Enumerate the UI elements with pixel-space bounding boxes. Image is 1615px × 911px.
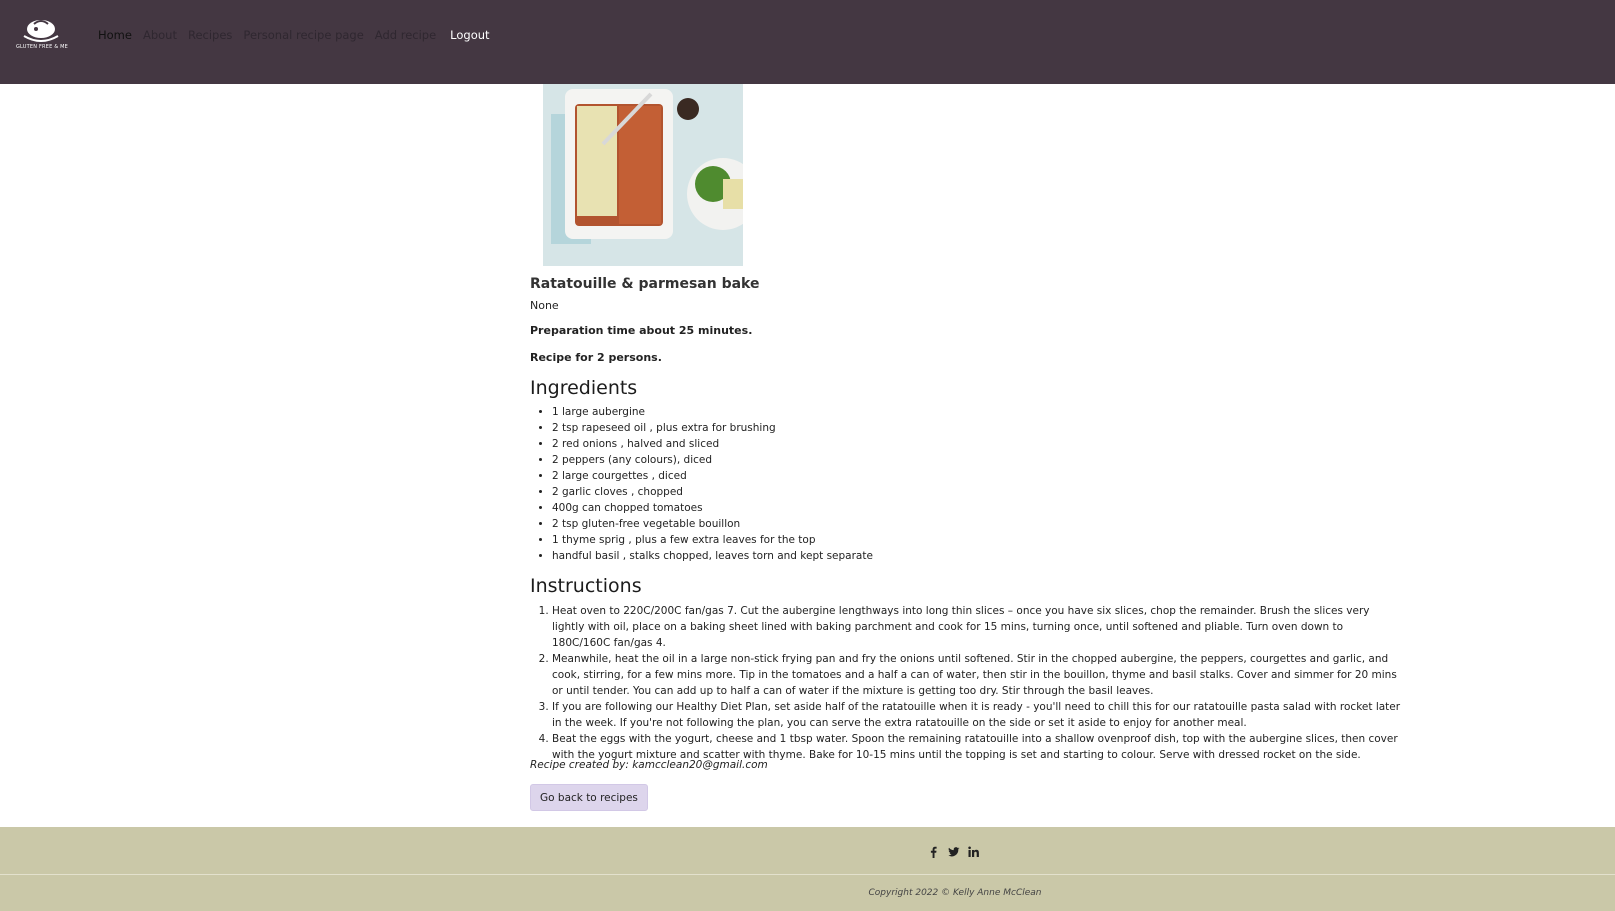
nav-links: Home About Recipes Personal recipe page …	[98, 28, 490, 42]
ingredient-item: 2 garlic cloves , chopped	[552, 484, 873, 500]
ingredients-heading: Ingredients	[530, 377, 638, 399]
logo-text: GLUTEN FREE & ME	[15, 44, 69, 50]
prep-time: Preparation time about 25 minutes.	[530, 324, 753, 337]
footer: Copyright 2022 © Kelly Anne McClean	[0, 827, 1615, 911]
ingredient-item: 2 tsp rapeseed oil , plus extra for brus…	[552, 420, 873, 436]
ingredient-item: 2 large courgettes , diced	[552, 468, 873, 484]
servings: Recipe for 2 persons.	[530, 351, 662, 364]
facebook-icon[interactable]	[928, 843, 939, 858]
recipe-image	[543, 84, 743, 266]
nav-recipes-link[interactable]: Recipes	[188, 28, 232, 42]
recipe-description: None	[530, 299, 559, 312]
instruction-step: Heat oven to 220C/200C fan/gas 7. Cut th…	[552, 603, 1402, 651]
ingredient-item: 1 large aubergine	[552, 404, 873, 420]
recipe-author: Recipe created by: kamcclean20@gmail.com	[530, 759, 768, 771]
ingredient-item: handful basil , stalks chopped, leaves t…	[552, 548, 873, 564]
back-to-recipes-button[interactable]: Go back to recipes	[530, 784, 648, 811]
instructions-list: Heat oven to 220C/200C fan/gas 7. Cut th…	[530, 603, 1402, 763]
twitter-icon[interactable]	[948, 843, 960, 857]
instructions-heading: Instructions	[530, 575, 642, 597]
instruction-step: Meanwhile, heat the oil in a large non-s…	[552, 651, 1402, 699]
ingredient-item: 2 red onions , halved and sliced	[552, 436, 873, 452]
nav-add-recipe-link[interactable]: Add recipe	[375, 28, 436, 42]
nav-personal-recipe-page-link[interactable]: Personal recipe page	[243, 28, 363, 42]
nav-logout-link[interactable]: Logout	[450, 28, 489, 42]
ingredients-list: 1 large aubergine 2 tsp rapeseed oil , p…	[530, 404, 873, 564]
ingredient-item: 400g can chopped tomatoes	[552, 500, 873, 516]
social-links	[928, 843, 979, 858]
linkedin-icon[interactable]	[968, 843, 979, 857]
logo[interactable]	[14, 16, 68, 56]
ingredient-item: 1 thyme sprig , plus a few extra leaves …	[552, 532, 873, 548]
instruction-step: If you are following our Healthy Diet Pl…	[552, 699, 1402, 731]
nav-home-link[interactable]: Home	[98, 28, 132, 42]
ingredient-item: 2 tsp gluten-free vegetable bouillon	[552, 516, 873, 532]
navbar: GLUTEN FREE & ME Home About Recipes Pers…	[0, 0, 1615, 84]
recipe-title: Ratatouille & parmesan bake	[530, 276, 760, 292]
ingredient-item: 2 peppers (any colours), diced	[552, 452, 873, 468]
nav-about-link[interactable]: About	[143, 28, 177, 42]
copyright: Copyright 2022 © Kelly Anne McClean	[868, 888, 1042, 898]
footer-divider	[0, 874, 1615, 875]
